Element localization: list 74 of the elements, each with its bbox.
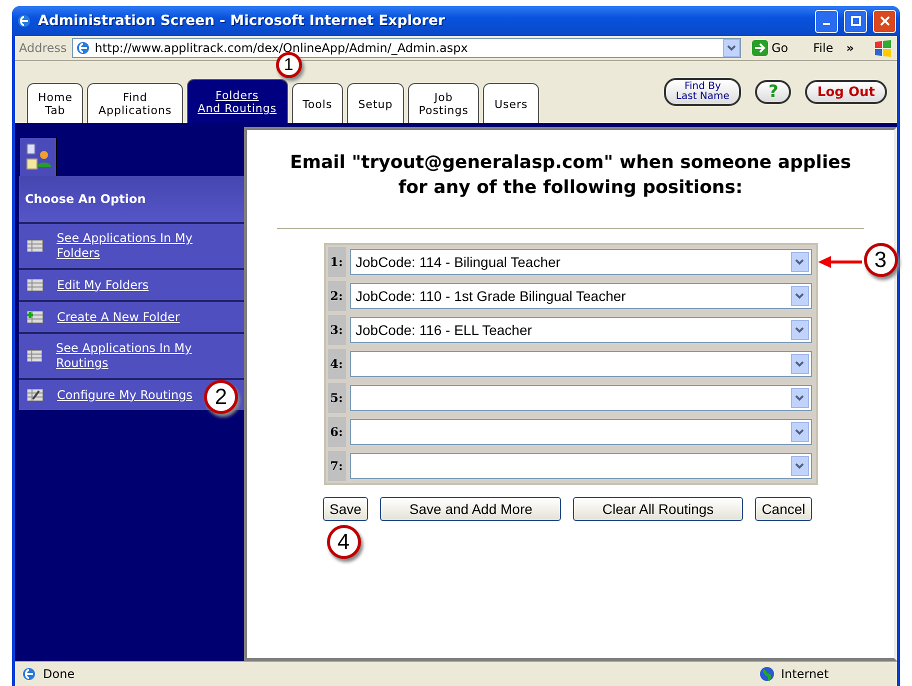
- row-number: 5:: [328, 383, 346, 413]
- job-select[interactable]: [350, 419, 812, 445]
- form-button[interactable]: Save: [322, 497, 368, 521]
- chevron-down-icon: [795, 429, 804, 435]
- log-out-button[interactable]: Log Out: [805, 80, 887, 104]
- job-select[interactable]: JobCode: 110 - 1st Grade Bilingual Teacher: [350, 283, 812, 309]
- address-field[interactable]: http://www.applitrack.com/dex/OnlineApp/Admin/_Admin.aspx: [72, 38, 740, 58]
- window-title: Administration Screen - Microsoft Internet Explorer: [38, 13, 446, 29]
- maximize-button[interactable]: [844, 10, 867, 32]
- sidebar-link[interactable]: See Applications In My Folders: [56, 231, 236, 261]
- sidebar-tab[interactable]: [19, 137, 57, 176]
- pencil-table-icon: [27, 389, 43, 401]
- callout-number: 1: [276, 52, 302, 78]
- sidebar-link[interactable]: Edit My Folders: [57, 278, 149, 292]
- file-menu[interactable]: File: [813, 41, 834, 55]
- arrow-right-icon: [752, 40, 768, 56]
- chevron-down-icon: [795, 361, 804, 367]
- status-text: Done: [43, 667, 76, 681]
- folder-plus-icon: [27, 311, 43, 323]
- sidebar-link[interactable]: See Applications In My Routings: [56, 341, 236, 371]
- form-button[interactable]: Save and Add More: [380, 497, 562, 521]
- list-icon: [27, 279, 43, 291]
- chevron-down-icon: [726, 45, 736, 51]
- job-select[interactable]: JobCode: 116 - ELL Teacher: [350, 317, 812, 343]
- nav-tab[interactable]: Job Postings: [408, 83, 480, 123]
- nav-tab[interactable]: Tools: [292, 83, 344, 123]
- callout-number: 4: [326, 525, 360, 559]
- form-button[interactable]: Clear All Routings: [573, 497, 743, 521]
- callout-number: 2: [204, 380, 238, 414]
- sidebar-heading: Choose An Option: [19, 176, 244, 222]
- zone-text: Internet: [781, 667, 830, 681]
- form-button[interactable]: Cancel: [754, 497, 812, 521]
- sidebar-link[interactable]: Configure My Routings: [57, 388, 193, 402]
- job-select[interactable]: [350, 351, 812, 377]
- globe-icon: [759, 666, 775, 682]
- page-icon: [74, 40, 91, 56]
- nav-tab[interactable]: Home Tab: [27, 83, 84, 123]
- callout-number: 3: [864, 243, 898, 277]
- job-select[interactable]: [350, 453, 812, 479]
- chevron-down-icon: [795, 293, 804, 299]
- close-icon: [880, 16, 890, 26]
- page-icon: [21, 666, 37, 682]
- arrow: [818, 255, 862, 269]
- chevron-down-icon: [795, 463, 804, 469]
- sidebar-link[interactable]: Create A New Folder: [57, 310, 180, 324]
- nav-tab[interactable]: Users: [483, 83, 539, 123]
- row-number: 3:: [328, 315, 346, 345]
- folder-person-icon: [25, 143, 51, 171]
- row-number: 7:: [328, 451, 346, 481]
- more-chevron[interactable]: »: [846, 41, 854, 55]
- dropdown-button[interactable]: [722, 39, 740, 57]
- chevron-down-icon: [795, 259, 804, 265]
- row-number: 6:: [328, 417, 346, 447]
- table-icon: [27, 350, 42, 362]
- job-select[interactable]: [350, 385, 812, 411]
- go-button[interactable]: Go: [746, 40, 794, 56]
- row-number: 1:: [328, 247, 346, 277]
- browser-icon: [16, 13, 32, 29]
- maximize-icon: [850, 16, 860, 26]
- minimize-button[interactable]: [815, 10, 838, 32]
- windows-flag-icon: [873, 39, 893, 57]
- nav-tab[interactable]: Folders And Routings: [186, 79, 288, 123]
- table-icon: [27, 240, 43, 252]
- page-heading: Email "tryout@generalasp.com" when someone applies for any of the following positions:: [277, 150, 864, 229]
- chevron-down-icon: [795, 327, 804, 333]
- close-button[interactable]: [873, 10, 896, 32]
- row-number: 4:: [328, 349, 346, 379]
- nav-tab[interactable]: Find Applications: [87, 83, 183, 123]
- chevron-down-icon: [795, 395, 804, 401]
- row-number: 2:: [328, 281, 346, 311]
- find-by-last-name-button[interactable]: Find By Last Name: [664, 78, 742, 106]
- address-label: Address: [19, 41, 67, 55]
- nav-tab[interactable]: Setup: [347, 83, 404, 123]
- job-select[interactable]: JobCode: 114 - Bilingual Teacher: [350, 249, 812, 275]
